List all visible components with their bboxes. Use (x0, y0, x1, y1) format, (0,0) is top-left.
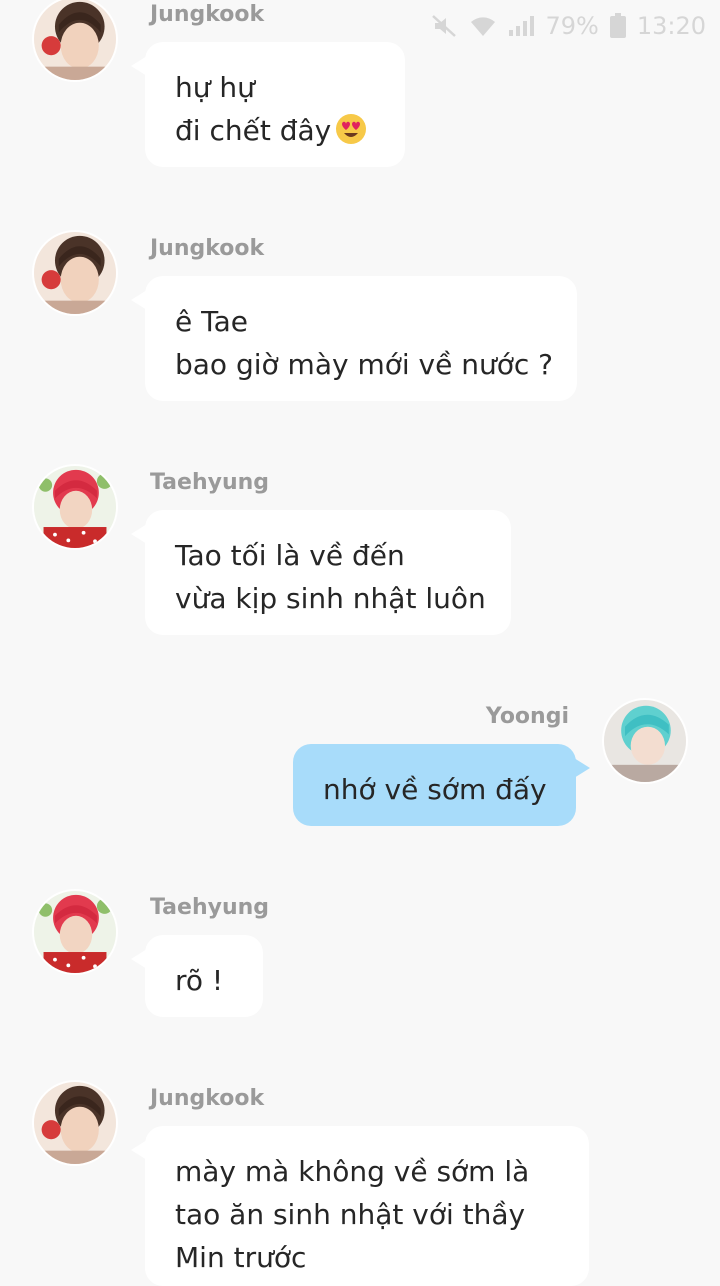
sender-name: Jungkook (150, 1086, 265, 1111)
message-line: Tao tối là về đến (175, 539, 405, 572)
avatar-jungkook[interactable] (32, 230, 118, 316)
sender-name: Jungkook (150, 236, 265, 261)
message-bubble[interactable]: Tao tối là về đến vừa kịp sinh nhật luôn (131, 510, 511, 635)
message-bubble[interactable]: mày mà không về sớm là tao ăn sinh nhật … (131, 1126, 589, 1286)
status-bar: 79% 13:20 (431, 6, 706, 46)
message-line: hự hự (175, 71, 255, 104)
bubble-tail (574, 758, 590, 778)
bubble-tail (131, 949, 147, 969)
message-line: bao giờ mày mới về nước ? (175, 348, 554, 381)
message-bubble-outgoing[interactable]: nhớ về sớm đấy (293, 744, 590, 826)
bubble-tail (131, 290, 147, 310)
battery-icon (609, 13, 626, 38)
message-line: vừa kịp sinh nhật luôn (175, 582, 486, 615)
sender-name: Taehyung (150, 470, 270, 495)
bubble-tail (131, 524, 147, 544)
message-line: nhớ về sớm đấy (323, 773, 547, 806)
message-line: ê Tae (175, 305, 248, 338)
message-line: tao ăn sinh nhật với thầy (175, 1198, 526, 1231)
message-line: Min trước (175, 1241, 307, 1274)
avatar-taehyung[interactable] (32, 889, 118, 975)
message-text: đi chết đây (175, 114, 332, 147)
bubble-tail (131, 1140, 147, 1160)
avatar-jungkook[interactable] (32, 0, 118, 82)
avatar-taehyung[interactable] (32, 464, 118, 550)
sender-name: Yoongi (485, 704, 569, 729)
wifi-icon (471, 17, 496, 36)
message-bubble[interactable]: rõ ! (131, 935, 263, 1017)
sender-name: Taehyung (150, 895, 270, 920)
avatar-jungkook[interactable] (32, 1080, 118, 1166)
message-line: mày mà không về sớm là (175, 1155, 530, 1188)
message-bubble[interactable]: ê Tae bao giờ mày mới về nước ? (131, 276, 577, 401)
message-line-with-emoji: đi chết đây (175, 109, 377, 152)
mute-icon (432, 15, 457, 37)
avatar-yoongi[interactable] (602, 698, 688, 784)
message-bubble[interactable]: hự hự đi chết đây (131, 42, 405, 167)
signal-icon (509, 16, 535, 36)
battery-percent: 79% (545, 12, 599, 40)
clock: 13:20 (636, 12, 706, 40)
heart-eyes-emoji-icon (336, 114, 367, 144)
message-line: rõ ! (175, 964, 224, 997)
sender-name: Jungkook (150, 2, 265, 27)
bubble-tail (131, 56, 147, 76)
